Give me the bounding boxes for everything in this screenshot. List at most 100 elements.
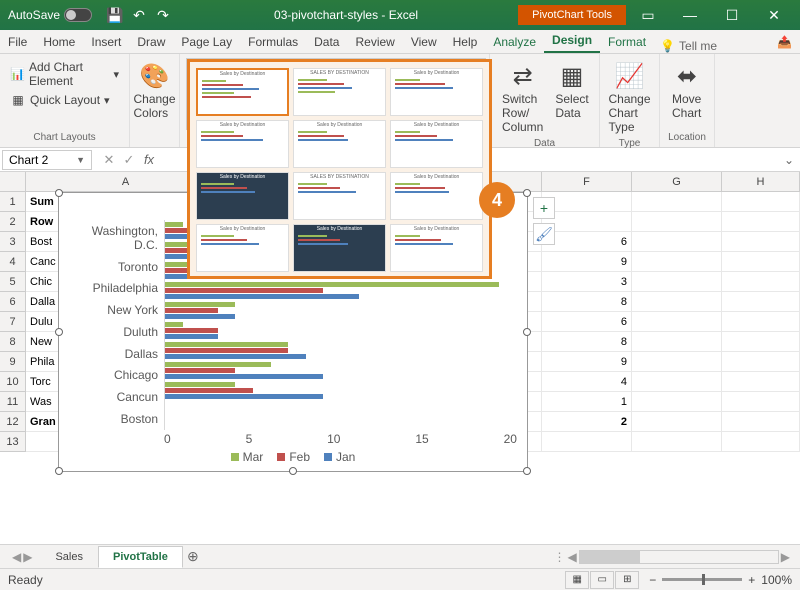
cell[interactable] [722,412,800,432]
style-thumb[interactable]: Sales by Destination [196,120,289,168]
cell[interactable] [632,432,722,452]
col-header[interactable]: H [722,172,800,192]
cell[interactable] [722,372,800,392]
cell[interactable] [722,232,800,252]
scroll-left-icon[interactable]: ◀ [568,550,577,564]
tab-file[interactable]: File [0,31,35,53]
tab-insert[interactable]: Insert [83,31,129,53]
cell[interactable]: 1 [542,392,632,412]
row-header[interactable]: 6 [0,292,26,312]
scroll-right-icon[interactable]: ▶ [781,550,790,564]
cell[interactable] [632,232,722,252]
tab-review[interactable]: Review [347,31,402,53]
cell[interactable] [722,252,800,272]
horizontal-scrollbar[interactable] [579,550,779,564]
style-thumb[interactable]: SALES BY DESTINATION [293,68,386,116]
col-header[interactable]: F [542,172,632,192]
tab-design[interactable]: Design [544,29,600,53]
bar[interactable] [165,354,306,359]
tab-view[interactable]: View [403,31,445,53]
change-chart-type-button[interactable]: 📈Change Chart Type [606,58,653,136]
minimize-icon[interactable]: — [670,0,710,30]
cell[interactable] [722,432,800,452]
cell[interactable]: 8 [542,332,632,352]
bar[interactable] [165,362,271,367]
row-header[interactable]: 12 [0,412,26,432]
cell[interactable] [632,212,722,232]
bar[interactable] [165,342,288,347]
row-header[interactable]: 3 [0,232,26,252]
chart-styles-gallery[interactable]: 4 Sales by Destination SALES BY DESTINAT… [186,58,486,130]
row-header[interactable]: 13 [0,432,26,452]
page-layout-icon[interactable]: ▭ [590,571,614,589]
bar[interactable] [165,368,235,373]
cell[interactable] [632,332,722,352]
resize-handle[interactable] [523,467,531,475]
cell[interactable]: 3 [542,272,632,292]
col-header[interactable]: G [632,172,722,192]
tab-data[interactable]: Data [306,31,347,53]
style-thumb[interactable]: SALES BY DESTINATION [293,172,386,220]
cell[interactable] [632,252,722,272]
redo-icon[interactable]: ↷ [152,4,174,26]
cell[interactable]: 4 [542,372,632,392]
bar[interactable] [165,388,253,393]
bar[interactable] [165,288,323,293]
tab-formulas[interactable]: Formulas [240,31,306,53]
bar[interactable] [165,348,288,353]
cell[interactable] [722,212,800,232]
chart-elements-button[interactable]: + [533,197,555,219]
expand-formula-icon[interactable]: ⌄ [778,153,800,167]
bar[interactable] [165,302,235,307]
ribbon-options-icon[interactable]: ▭ [628,0,668,30]
zoom-slider[interactable] [662,578,742,581]
style-thumb[interactable]: Sales by Destination [390,68,483,116]
style-thumb[interactable]: Sales by Destination [293,224,386,272]
add-sheet-button[interactable]: ⊕ [183,548,203,565]
sheet-nav-next-icon[interactable]: ▶ [23,550,32,564]
cell[interactable] [632,272,722,292]
cell[interactable] [632,292,722,312]
row-header[interactable]: 4 [0,252,26,272]
cell[interactable] [542,192,632,212]
sheet-nav-prev-icon[interactable]: ◀ [12,550,21,564]
sheet-tab-sales[interactable]: Sales [40,546,98,568]
bar[interactable] [165,314,235,319]
share-button[interactable]: 📤 [769,31,800,53]
cell[interactable] [632,312,722,332]
row-header[interactable]: 8 [0,332,26,352]
cell[interactable]: 6 [542,312,632,332]
close-icon[interactable]: ✕ [754,0,794,30]
cell[interactable] [722,292,800,312]
style-thumb[interactable]: Sales by Destination [293,120,386,168]
row-header[interactable]: 1 [0,192,26,212]
bar[interactable] [165,394,323,399]
cell[interactable]: 2 [542,412,632,432]
row-header[interactable]: 7 [0,312,26,332]
autosave-toggle[interactable]: AutoSave [8,8,92,22]
bar[interactable] [165,374,323,379]
cell[interactable]: 9 [542,252,632,272]
zoom-out-icon[interactable]: − [649,573,656,587]
legend-item[interactable]: Jan [324,450,355,464]
cell[interactable] [542,212,632,232]
cell[interactable] [722,272,800,292]
style-thumb[interactable]: Sales by Destination [196,68,289,116]
cell[interactable] [632,392,722,412]
style-thumb[interactable]: Sales by Destination [196,172,289,220]
normal-view-icon[interactable]: ▦ [565,571,589,589]
cell[interactable] [632,412,722,432]
cell[interactable] [722,192,800,212]
enter-icon[interactable]: ✓ [120,152,138,168]
name-box[interactable]: Chart 2▼ [2,150,92,170]
tell-me-search[interactable]: 💡 Tell me [660,39,717,53]
tab-split-icon[interactable]: ⋮ [554,550,566,564]
select-data-button[interactable]: ▦Select Data [549,58,594,136]
zoom-in-icon[interactable]: + [748,573,755,587]
bar[interactable] [165,222,183,227]
cell[interactable] [632,192,722,212]
row-header[interactable]: 11 [0,392,26,412]
page-break-icon[interactable]: ⊞ [615,571,639,589]
zoom-level[interactable]: 100% [761,573,792,587]
bar[interactable] [165,308,218,313]
